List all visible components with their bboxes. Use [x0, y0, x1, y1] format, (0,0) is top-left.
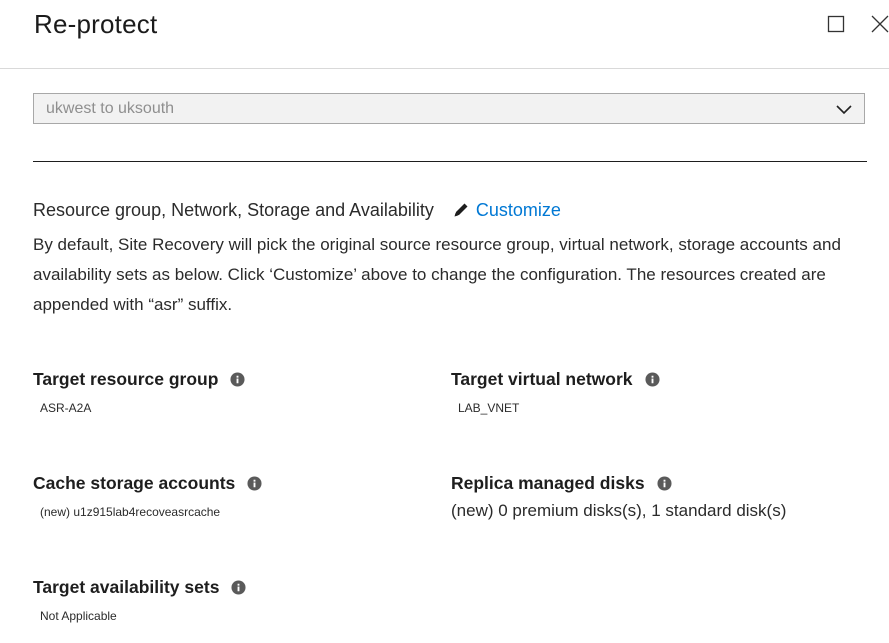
maximize-icon	[827, 15, 845, 33]
pencil-icon	[454, 203, 468, 217]
close-icon	[871, 15, 889, 33]
blade-header: Re-protect	[0, 0, 889, 69]
field-label: Replica managed disks	[451, 473, 645, 493]
field-target-resource-group: Target resource group ASR-A2A	[33, 369, 245, 415]
field-value: (new) 0 premium disks(s), 1 standard dis…	[451, 501, 787, 520]
chevron-down-icon	[836, 105, 852, 115]
section-divider	[33, 161, 867, 162]
blade-title: Re-protect	[34, 9, 158, 39]
section-heading: Resource group, Network, Storage and Ava…	[33, 199, 434, 220]
section-heading-row: Resource group, Network, Storage and Ava…	[33, 198, 561, 222]
field-value: (new) u1z915lab4recoveasrcache	[40, 505, 221, 519]
field-value: Not Applicable	[40, 609, 117, 623]
section-description: By default, Site Recovery will pick the …	[33, 235, 841, 314]
replication-direction-dropdown[interactable]: ukwest to uksouth	[33, 93, 865, 124]
customize-label: Customize	[475, 199, 561, 220]
field-label: Target virtual network	[451, 369, 633, 389]
close-button[interactable]	[868, 12, 889, 36]
field-label: Target resource group	[33, 369, 219, 389]
info-icon[interactable]	[230, 372, 245, 387]
info-icon[interactable]	[231, 580, 246, 595]
field-label: Target availability sets	[33, 577, 220, 597]
field-cache-storage-accounts: Cache storage accounts (new) u1z915lab4r…	[33, 473, 262, 519]
info-icon[interactable]	[645, 372, 660, 387]
field-value: LAB_VNET	[458, 401, 520, 415]
field-value: ASR-A2A	[40, 401, 92, 415]
field-replica-managed-disks: Replica managed disks (new) 0 premium di…	[451, 473, 786, 521]
info-icon[interactable]	[657, 476, 672, 491]
info-icon[interactable]	[247, 476, 262, 491]
field-label: Cache storage accounts	[33, 473, 236, 493]
field-target-virtual-network: Target virtual network LAB_VNET	[451, 369, 660, 415]
field-target-availability-sets: Target availability sets Not Applicable	[33, 577, 246, 623]
customize-link[interactable]: Customize	[452, 200, 561, 221]
maximize-button[interactable]	[824, 12, 848, 36]
dropdown-value: ukwest to uksouth	[46, 100, 175, 117]
